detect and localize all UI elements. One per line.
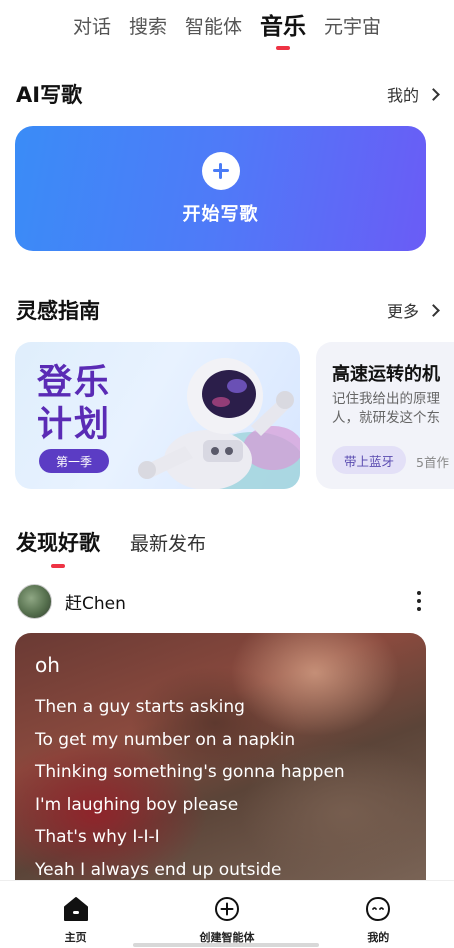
tab-chat[interactable]: 对话 [64,14,120,40]
lyrics-list: Then a guy starts asking To get my numbe… [35,691,345,883]
tab-latest-releases[interactable]: 最新发布 [130,529,206,556]
top-tab-bar: 对话 搜索 智能体 音乐 元宇宙 [0,0,454,52]
astronaut-illustration [138,358,300,489]
card2-tag: 带上蓝牙 [332,446,406,474]
nav-profile-label: 我的 [367,931,390,944]
inspiration-title: 灵感指南 [16,299,100,323]
tab-discover-songs[interactable]: 发现好歌 [16,527,100,557]
inspiration-card-music-plan[interactable]: 登乐 计划 第一季 [15,342,300,489]
inspiration-card-high-speed[interactable]: 高速运转的机 记住我给出的原理 人，就研发这个东 带上蓝牙 5首作 [316,342,454,489]
plus-icon [201,151,240,190]
song-title: oh [35,653,60,677]
music-plan-line1: 登乐 [37,363,112,403]
tab-agents[interactable]: 智能体 [176,14,251,40]
card2-desc-line2: 人，就研发这个东 [332,410,440,426]
nav-home-label: 主页 [64,931,87,944]
song-lyrics-card[interactable]: oh Then a guy starts asking To get my nu… [15,633,426,883]
avatar[interactable] [17,583,52,619]
nav-home[interactable]: 主页 [16,895,136,945]
nav-profile[interactable]: 我的 [318,895,438,945]
ai-write-header: AI写歌 我的 [16,79,440,109]
ai-write-title: AI写歌 [16,83,83,107]
discover-tabs: 发现好歌 最新发布 [16,527,206,557]
lyric-line: I'm laughing boy please [35,794,239,815]
lyric-line: Yeah I always end up outside [35,859,282,880]
nav-create-agent[interactable]: 创建智能体 [167,895,287,945]
home-indicator [133,943,319,947]
my-songs-link-label: 我的 [386,86,419,105]
inspiration-header: 灵感指南 更多 [16,295,440,325]
card2-count: 5首作 [416,455,449,470]
post-author-row: 赶Chen [17,583,422,619]
more-link[interactable]: 更多 [386,298,440,322]
start-writing-label: 开始写歌 [182,203,259,225]
my-songs-link[interactable]: 我的 [386,82,440,106]
author-name[interactable]: 赶Chen [65,589,126,614]
home-icon [62,895,90,923]
music-plan-headline: 登乐 计划 [37,362,111,446]
bottom-nav-bar: 主页 创建智能体 我的 [0,880,454,948]
lyric-line: Then a guy starts asking [35,697,245,717]
card2-title: 高速运转的机 [332,364,440,385]
tab-search[interactable]: 搜索 [120,14,176,40]
chevron-right-icon [427,87,440,101]
chevron-right-icon [427,303,440,317]
tab-metaverse[interactable]: 元宇宙 [315,14,390,40]
plus-circle-icon [213,895,241,923]
start-writing-button[interactable]: 开始写歌 [15,126,426,251]
lyric-line: That's why I-I-I [35,827,160,848]
face-icon [364,895,392,923]
more-link-label: 更多 [386,302,419,321]
card2-desc-line1: 记住我给出的原理 [332,391,440,407]
tab-music[interactable]: 音乐 [251,14,315,40]
season-badge: 第一季 [39,449,109,473]
lyric-line: Thinking something's gonna happen [35,762,345,783]
music-plan-line2: 计划 [37,405,112,445]
card2-description: 记住我给出的原理 人，就研发这个东 [332,390,440,428]
more-options-icon[interactable] [416,591,422,611]
lyric-line: To get my number on a napkin [35,729,296,750]
